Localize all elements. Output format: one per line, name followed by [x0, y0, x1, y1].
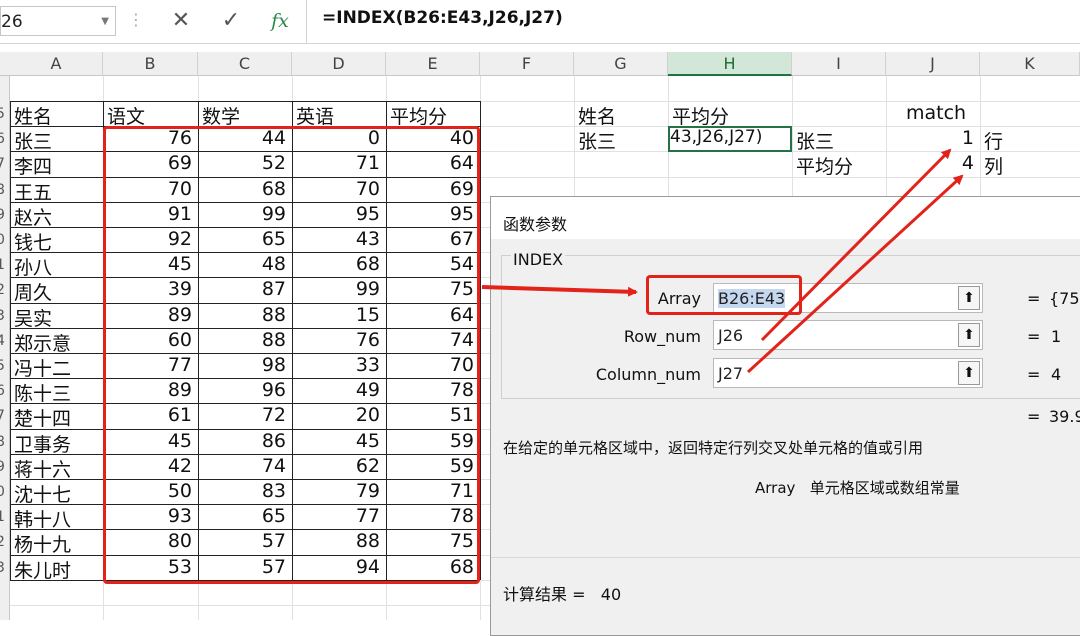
annotation-arrows — [481, 148, 964, 374]
arrow-rownum-to-match — [760, 148, 952, 342]
arrow-range-to-array — [481, 285, 638, 297]
arrow-colnum-to-match — [746, 174, 964, 374]
